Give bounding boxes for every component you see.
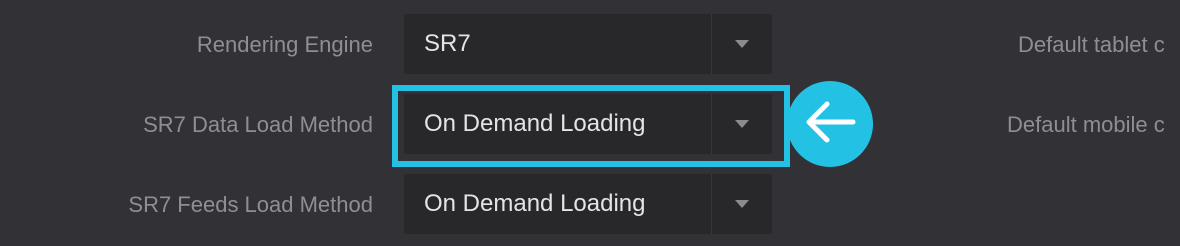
rendering-engine-select[interactable]: SR7 <box>404 14 772 74</box>
default-tablet-label: Default tablet c <box>1018 32 1165 57</box>
chevron-down-icon[interactable] <box>712 14 772 74</box>
chevron-down-icon[interactable] <box>712 174 772 234</box>
sr7-feeds-load-method-label: SR7 Feeds Load Method <box>128 192 373 217</box>
rendering-engine-value: SR7 <box>424 30 471 57</box>
sr7-feeds-load-method-value: On Demand Loading <box>424 190 646 217</box>
sr7-data-load-method-label: SR7 Data Load Method <box>143 112 373 137</box>
default-mobile-label: Default mobile c <box>1007 112 1165 137</box>
sr7-data-load-method-select[interactable]: On Demand Loading <box>404 94 772 154</box>
chevron-down-icon[interactable] <box>712 94 772 154</box>
rendering-engine-label: Rendering Engine <box>196 32 373 57</box>
arrow-left-icon <box>803 101 857 148</box>
sr7-data-load-method-value: On Demand Loading <box>424 110 646 137</box>
callout-badge <box>787 81 873 167</box>
sr7-feeds-load-method-select[interactable]: On Demand Loading <box>404 174 772 234</box>
